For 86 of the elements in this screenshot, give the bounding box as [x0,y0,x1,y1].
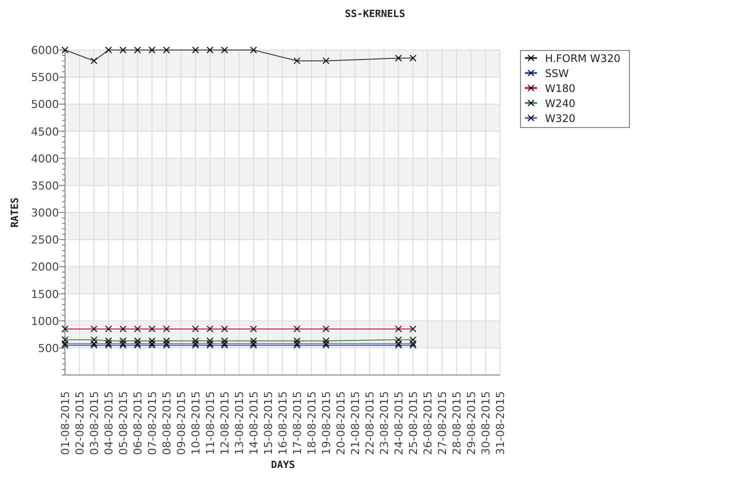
point-marker [148,46,156,54]
point-marker [410,54,416,62]
x-tick-label: 18-08-2015 [306,391,318,455]
y-tick-label: 6000 [31,44,59,57]
x-tick-label: 23-08-2015 [378,391,391,455]
x-tick-label: 01-08-2015 [59,391,72,455]
legend-label: W180 [545,83,576,95]
point-marker [294,57,300,64]
point-marker [62,46,68,54]
x-tick-label: 16-08-2015 [276,391,290,455]
legend-label: H.FORM W320 [545,53,620,65]
x-tick-label: 31-08-2015 [494,391,507,455]
x-tick-label: 29-08-2015 [465,391,478,455]
point-marker [163,46,170,54]
point-marker [206,46,214,54]
legend-line-icon [525,100,537,106]
point-marker [120,46,126,54]
x-tick-label: 13-08-2015 [233,391,246,455]
x-tick-label: 21-08-2015 [349,391,362,455]
point-marker [322,325,330,332]
x-tick-label: 05-08-2015 [117,391,130,455]
x-tick-label: 07-08-2015 [146,391,159,455]
point-marker [192,46,199,54]
legend-line-icon [525,70,537,76]
x-tick-label: 17-08-2015 [291,391,304,455]
point-marker [90,325,98,332]
x-tick-label: 19-08-2015 [320,391,333,455]
point-marker [105,46,112,54]
y-tick-label: 2000 [31,260,59,274]
legend-label: W240 [545,98,576,110]
y-tick-label: 3000 [31,206,59,220]
point-marker [250,46,257,54]
y-tick-label: 5000 [31,98,59,112]
x-tick-label: 04-08-2015 [102,391,116,455]
point-marker [322,57,330,64]
x-tick-label: 12-08-2015 [218,391,232,455]
x-tick-label: 20-08-2015 [334,391,348,455]
legend-line-icon [525,84,537,92]
y-tick-label: 4000 [31,152,59,166]
y-tick-label: 500 [38,342,59,355]
point-marker [250,325,257,332]
y-tick-label: 4500 [31,125,59,138]
legend-line-icon [525,54,537,62]
point-marker [395,325,402,332]
x-tick-label: 09-08-2015 [175,391,188,455]
x-tick-label: 15-08-2015 [262,391,275,455]
x-tick-label: 26-08-2015 [422,391,434,455]
x-tick-label: 28-08-2015 [450,391,464,455]
chart-title: SS-KERNELS [344,9,406,20]
legend-line-icon [525,114,537,122]
x-axis-title: DAYS [270,460,296,471]
x-tick-label: 27-08-2015 [436,391,449,455]
x-tick-label: 30-08-2015 [480,391,492,455]
y-tick-label: 5500 [31,71,59,84]
point-marker [294,325,300,332]
point-marker [134,325,141,332]
point-marker [395,54,402,62]
point-marker [90,57,98,64]
point-marker [192,325,199,332]
x-tick-label: 14-08-2015 [248,391,260,455]
y-tick-label: 2500 [31,234,59,247]
point-marker [221,325,228,332]
point-marker [134,46,141,54]
point-marker [221,46,228,54]
x-tick-label: 08-08-2015 [160,391,174,455]
x-tick-label: 02-08-2015 [74,391,86,455]
point-marker [410,325,416,332]
y-axis-title: RATES [10,197,21,228]
point-marker [148,325,156,332]
point-marker [120,325,126,332]
legend-label: W320 [545,113,576,125]
x-tick-label: 06-08-2015 [132,391,144,455]
x-tick-label: 10-08-2015 [190,391,202,455]
x-tick-label: 24-08-2015 [392,391,406,455]
legend-label: SSW [545,68,569,80]
x-tick-label: 03-08-2015 [88,391,101,455]
x-tick-label: 25-08-2015 [407,391,420,455]
point-marker [105,325,112,332]
point-marker [163,325,170,332]
x-tick-label: 11-08-2015 [204,391,217,455]
y-tick-label: 3500 [31,179,59,192]
y-tick-label: 1000 [31,314,59,328]
y-tick-label: 1500 [31,288,59,301]
x-tick-label: 22-08-2015 [364,391,376,455]
point-marker [62,325,68,332]
point-marker [206,325,214,332]
